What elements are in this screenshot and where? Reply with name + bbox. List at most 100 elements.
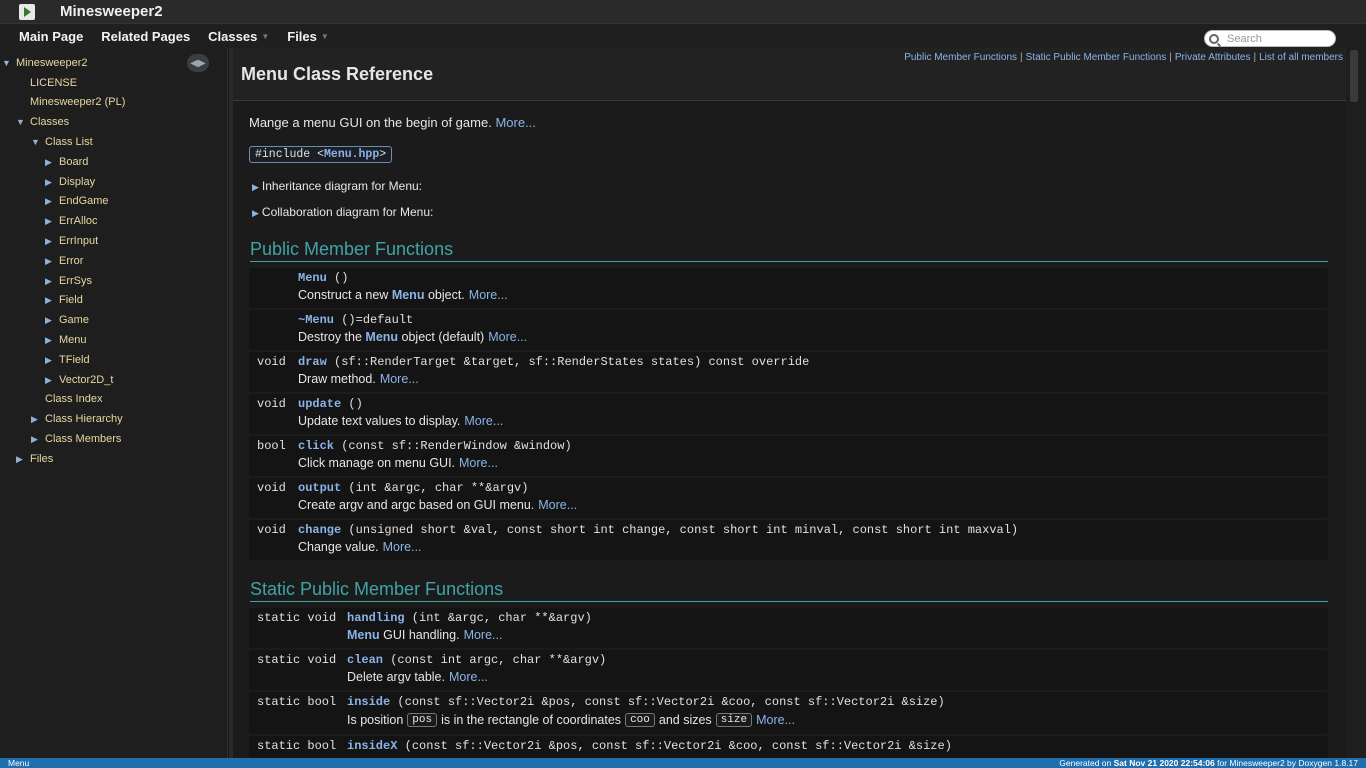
tree-item-class[interactable]: ▶ Menu: [45, 330, 87, 350]
tree-item-root[interactable]: ▼ Minesweeper2: [2, 53, 88, 73]
collapsed-arrow-icon[interactable]: ▶: [45, 256, 59, 267]
class-link[interactable]: Menu: [365, 330, 398, 344]
more-link[interactable]: More...: [464, 414, 503, 428]
tree-label: Classes: [30, 116, 70, 128]
collapsed-arrow-icon[interactable]: ▶: [45, 295, 59, 306]
function-link[interactable]: click: [298, 439, 334, 453]
collapsed-arrow-icon[interactable]: ▶: [45, 196, 59, 207]
link-public-functions[interactable]: Public Member Functions: [904, 52, 1017, 63]
collapsed-arrow-icon[interactable]: ▶: [31, 414, 45, 425]
more-link[interactable]: More...: [383, 540, 422, 554]
tree-item-license[interactable]: LICENSE: [30, 73, 77, 93]
collapsed-arrow-icon[interactable]: ▶: [45, 276, 59, 287]
member-signature: Menu (): [298, 271, 348, 285]
tree-item-class[interactable]: ▶ Display: [45, 172, 95, 192]
function-link[interactable]: output: [298, 481, 341, 495]
collapsed-arrow-icon[interactable]: ▶: [45, 157, 59, 168]
tree-item-class[interactable]: ▶ Error: [45, 251, 83, 271]
expanded-arrow-icon[interactable]: ▼: [31, 137, 45, 147]
more-link[interactable]: More...: [459, 456, 498, 470]
tree-item-files[interactable]: ▶ Files: [16, 449, 53, 469]
scrollbar-thumb[interactable]: [1350, 50, 1358, 102]
function-link[interactable]: update: [298, 397, 341, 411]
collapsed-arrow-icon[interactable]: ▶: [45, 216, 59, 227]
tree-item-class-members[interactable]: ▶ Class Members: [31, 429, 121, 449]
doxygen-link[interactable]: Doxygen: [1298, 758, 1332, 768]
tree-item-class[interactable]: ▶ Vector2D_t: [45, 370, 113, 390]
collapsed-arrow-icon[interactable]: ▶: [45, 375, 59, 386]
more-link[interactable]: More...: [495, 115, 535, 130]
function-link[interactable]: clean: [347, 653, 383, 667]
more-link[interactable]: More...: [469, 288, 508, 302]
tree-label: ErrSys: [59, 275, 92, 287]
member-type: bool: [257, 439, 286, 453]
vertical-scrollbar[interactable]: [1346, 48, 1366, 758]
collapsed-arrow-icon[interactable]: ▶: [45, 177, 59, 188]
class-link[interactable]: Menu: [347, 628, 380, 642]
function-args: (const int argc, char **&argv): [383, 653, 607, 667]
include-file-link[interactable]: Menu.hpp: [324, 148, 379, 161]
collapsed-arrow-icon[interactable]: ▶: [31, 434, 45, 445]
inheritance-diagram-toggle[interactable]: ▶ Inheritance diagram for Menu:: [252, 179, 422, 193]
link-all-members[interactable]: List of all members: [1259, 52, 1343, 63]
collapsed-arrow-icon[interactable]: ▶: [45, 315, 59, 326]
nav-files[interactable]: Files ▼: [287, 29, 329, 44]
collapsed-arrow-icon: ▶: [252, 182, 259, 192]
member-signature: inside (const sf::Vector2i &pos, const s…: [347, 695, 945, 709]
collapsed-arrow-icon[interactable]: ▶: [45, 355, 59, 366]
more-link[interactable]: More...: [538, 498, 577, 512]
function-link[interactable]: Menu: [298, 271, 327, 285]
link-private-attributes[interactable]: Private Attributes: [1175, 52, 1251, 63]
collapsed-arrow-icon[interactable]: ▶: [16, 454, 30, 465]
nav-related-pages[interactable]: Related Pages: [101, 29, 190, 44]
link-static-functions[interactable]: Static Public Member Functions: [1026, 52, 1167, 63]
member-description: Menu GUI handling. More...: [347, 628, 502, 642]
function-link[interactable]: handling: [347, 611, 405, 625]
param-ref: pos: [407, 713, 438, 727]
tree-item-class[interactable]: ▶ ErrInput: [45, 231, 98, 251]
nav-classes[interactable]: Classes ▼: [208, 29, 269, 44]
tree-item-class[interactable]: ▶ EndGame: [45, 191, 109, 211]
function-link[interactable]: ~Menu: [298, 313, 334, 327]
more-link[interactable]: More...: [449, 670, 488, 684]
tree-item-class-index[interactable]: Class Index: [45, 389, 102, 409]
tree-label: LICENSE: [30, 77, 78, 89]
function-link[interactable]: change: [298, 523, 341, 537]
expanded-arrow-icon[interactable]: ▼: [2, 58, 16, 68]
tree-item-class-hierarchy[interactable]: ▶ Class Hierarchy: [31, 409, 123, 429]
tree-item-class[interactable]: ▶ ErrAlloc: [45, 211, 98, 231]
expanded-arrow-icon[interactable]: ▼: [16, 117, 30, 127]
tree-label: Class List: [45, 136, 93, 148]
member-row: static bool insideX (const sf::Vector2i …: [249, 736, 1328, 758]
search-input[interactable]: [1227, 32, 1327, 45]
more-link[interactable]: More...: [488, 330, 527, 344]
more-link[interactable]: More...: [464, 628, 503, 642]
collapsed-arrow-icon[interactable]: ▶: [45, 335, 59, 346]
more-link[interactable]: More...: [380, 372, 419, 386]
breadcrumb-item[interactable]: Menu: [8, 758, 29, 768]
footer-version: 1.8.17: [1334, 758, 1358, 768]
nav-main-page[interactable]: Main Page: [19, 29, 83, 44]
tree-item-class[interactable]: ▶ Board: [45, 152, 88, 172]
more-link[interactable]: More...: [756, 713, 795, 727]
search-icon[interactable]: [1209, 33, 1219, 44]
tree-item-class[interactable]: ▶ Game: [45, 310, 89, 330]
sync-toggle-icon[interactable]: ◀▶: [187, 54, 209, 72]
tree-item-class-list[interactable]: ▼ Class List: [31, 132, 93, 152]
tree-label: Error: [59, 255, 84, 267]
member-signature: draw (sf::RenderTarget &target, sf::Rend…: [298, 355, 809, 369]
tree-item-class[interactable]: ▶ Field: [45, 290, 83, 310]
member-description: Destroy the Menu object (default) More...: [298, 330, 527, 344]
function-args: (sf::RenderTarget &target, sf::RenderSta…: [326, 355, 810, 369]
tree-item-classes[interactable]: ▼ Classes: [16, 112, 69, 132]
tree-item-pl[interactable]: Minesweeper2 (PL): [30, 92, 125, 112]
tree-item-class[interactable]: ▶ TField: [45, 350, 90, 370]
collaboration-diagram-toggle[interactable]: ▶ Collaboration diagram for Menu:: [252, 205, 433, 219]
tree-item-class[interactable]: ▶ ErrSys: [45, 271, 92, 291]
function-link[interactable]: insideX: [347, 739, 397, 753]
collapsed-arrow-icon[interactable]: ▶: [45, 236, 59, 247]
member-type: static void: [257, 611, 337, 625]
function-link[interactable]: draw: [298, 355, 327, 369]
class-link[interactable]: Menu: [392, 288, 425, 302]
function-link[interactable]: inside: [347, 695, 390, 709]
